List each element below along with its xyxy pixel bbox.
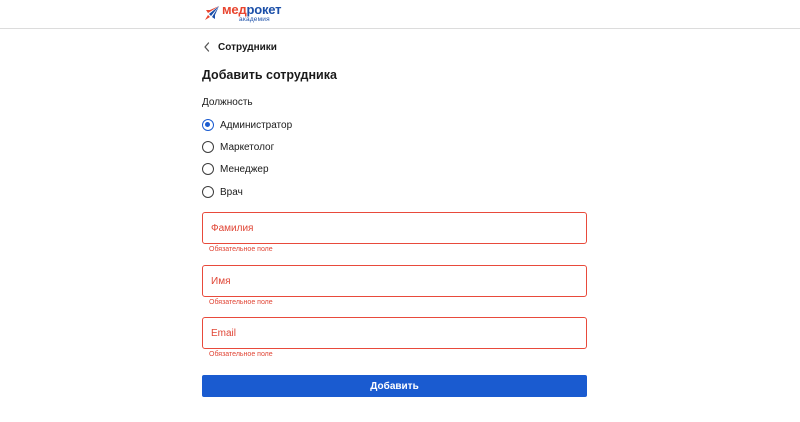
logo[interactable]: медрокет академия xyxy=(204,2,282,25)
first-name-field[interactable] xyxy=(202,265,587,297)
last-name-input[interactable] xyxy=(203,213,586,243)
last-name-error: Обязательное поле xyxy=(209,246,273,253)
top-bar: медрокет академия xyxy=(0,0,800,29)
page-title: Добавить сотрудника xyxy=(202,68,337,82)
first-name-input[interactable] xyxy=(203,266,586,296)
first-name-error: Обязательное поле xyxy=(209,299,273,306)
radio-manager[interactable]: Менеджер xyxy=(202,163,269,175)
email-error: Обязательное поле xyxy=(209,351,273,358)
back-link[interactable]: Сотрудники xyxy=(202,41,277,53)
radio-button[interactable] xyxy=(202,186,214,198)
logo-title-part1: мед xyxy=(222,2,247,17)
back-link-label: Сотрудники xyxy=(218,41,277,53)
email-field[interactable] xyxy=(202,317,587,349)
logo-subtitle: академия xyxy=(239,16,270,23)
logo-text: медрокет академия xyxy=(222,2,282,24)
radio-button[interactable] xyxy=(202,163,214,175)
radio-button[interactable] xyxy=(202,141,214,153)
role-label: Должность xyxy=(202,97,253,108)
radio-label: Маркетолог xyxy=(220,141,275,153)
add-button[interactable]: Добавить xyxy=(202,375,587,397)
radio-administrator[interactable]: Администратор xyxy=(202,119,292,131)
radio-label: Менеджер xyxy=(220,163,269,175)
radio-label: Администратор xyxy=(220,119,293,131)
email-input[interactable] xyxy=(203,318,586,348)
radio-doctor[interactable]: Врач xyxy=(202,186,243,198)
logo-title: медрокет xyxy=(222,2,282,17)
last-name-field[interactable] xyxy=(202,212,587,244)
radio-button[interactable] xyxy=(202,119,214,131)
radio-label: Врач xyxy=(220,186,243,198)
rocket-icon xyxy=(205,6,219,20)
radio-marketer[interactable]: Маркетолог xyxy=(202,141,274,153)
chevron-left-icon xyxy=(204,42,210,52)
logo-title-part2: рокет xyxy=(246,2,282,17)
